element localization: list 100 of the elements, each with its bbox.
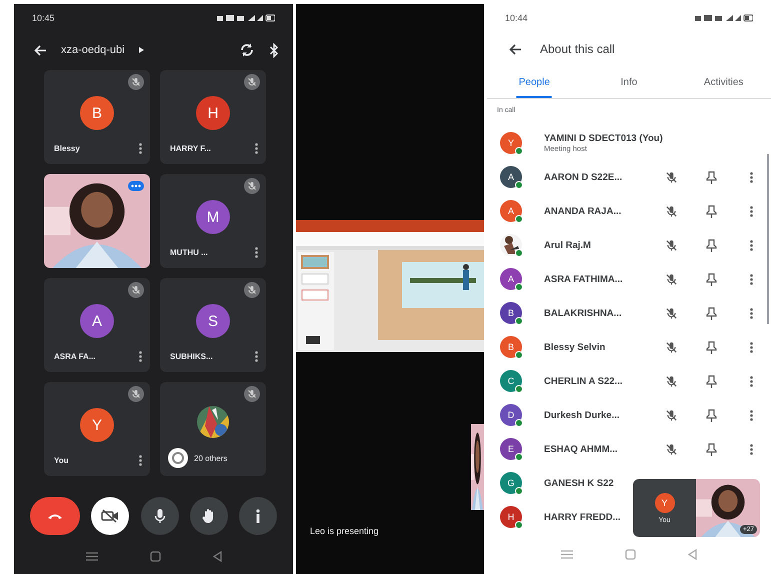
- tab[interactable]: Activities: [676, 66, 771, 98]
- participant-name: ESHAQ AHMM...: [544, 444, 618, 454]
- switch-camera-icon[interactable]: [239, 42, 255, 58]
- status-icons-drawing: [217, 14, 275, 22]
- more-icon: [750, 206, 752, 216]
- more-icon: [750, 240, 752, 250]
- participant-tile[interactable]: B Blessy: [44, 70, 150, 164]
- mic-off-badge: [244, 74, 260, 90]
- meeting-code: xza-oedq-ubi: [61, 44, 125, 56]
- mic-off-icon: [664, 170, 678, 184]
- participant-name: ASRA FA...: [54, 352, 96, 361]
- more-icon[interactable]: [139, 143, 142, 154]
- more-icon: [750, 376, 752, 386]
- more-icon[interactable]: [255, 247, 258, 258]
- pin-icon: [706, 238, 716, 252]
- mic-off-badge: [128, 386, 144, 402]
- camera-button[interactable]: [91, 497, 130, 535]
- participant-tile[interactable]: A ASRA FA...: [44, 278, 150, 372]
- microphone-icon: [154, 508, 166, 524]
- avatar: A: [500, 200, 522, 222]
- bluetooth-icon[interactable]: [269, 42, 279, 58]
- participant-name: Blessy: [54, 144, 80, 153]
- raise-hand-button[interactable]: [190, 497, 228, 535]
- menu-icon[interactable]: [86, 552, 98, 560]
- status-dot: [515, 453, 523, 461]
- avatar: A: [500, 166, 522, 188]
- more-icon: [750, 308, 752, 318]
- avatar: G: [500, 472, 522, 494]
- more-icon[interactable]: [139, 455, 142, 466]
- tab[interactable]: People: [487, 66, 582, 98]
- avatar: B: [500, 302, 522, 324]
- avatar: A: [500, 268, 522, 290]
- avatar: H: [196, 96, 230, 130]
- participant-name: AARON D S22E...: [544, 172, 622, 182]
- participant-tile[interactable]: H HARRY F...: [160, 70, 266, 164]
- pin-icon: [706, 306, 716, 320]
- home-icon[interactable]: [150, 550, 160, 562]
- back-arrow-icon[interactable]: [509, 44, 522, 54]
- participant-name: Arul Raj.M: [544, 240, 591, 250]
- pin-icon: [706, 272, 716, 286]
- avatar: Y: [80, 408, 114, 442]
- avatar: D: [500, 404, 522, 426]
- status-dot: [515, 317, 523, 325]
- more-icon[interactable]: [139, 351, 142, 362]
- avatar: E: [500, 438, 522, 460]
- microphone-button[interactable]: [140, 497, 178, 535]
- participant-name: MUTHU ...: [170, 248, 208, 257]
- status-time: 10:44: [505, 13, 528, 23]
- participant-name: Blessy Selvin: [544, 342, 606, 352]
- mic-off-icon: [664, 442, 678, 456]
- tab[interactable]: Info: [582, 66, 676, 98]
- pin-icon: [706, 170, 716, 184]
- participant-tile[interactable]: 20 others: [160, 382, 266, 476]
- status-dot: [515, 249, 523, 257]
- participant-name: HARRY FREDD...: [544, 512, 621, 522]
- mic-off-icon: [664, 306, 678, 320]
- status-dot: [515, 385, 523, 393]
- participant-name: YAMINI D SDECT013 (You): [544, 133, 663, 144]
- participant-name: ASRA FATHIMA...: [544, 274, 623, 284]
- caret-icon[interactable]: [138, 47, 144, 53]
- participant-name: GANESH K S22: [544, 478, 614, 488]
- pin-icon: [706, 374, 716, 388]
- pin-icon: [706, 340, 716, 354]
- presenter-label: Leo is presenting: [309, 526, 380, 536]
- participant-tile[interactable]: S SUBHIKS...: [160, 278, 266, 372]
- pin-icon: [706, 442, 716, 456]
- avatar: C: [500, 370, 522, 392]
- participant-name: BALAKRISHNA...: [544, 308, 622, 318]
- end-call-button[interactable]: [30, 497, 80, 535]
- status-dot: [515, 283, 523, 291]
- more-icon[interactable]: [255, 143, 258, 154]
- status-dot: [515, 487, 523, 495]
- participant-tile[interactable]: M MUTHU ...: [160, 174, 266, 268]
- camera-off-icon: [101, 509, 120, 523]
- participant-tile[interactable]: Y You: [44, 382, 150, 476]
- mic-off-badge: [128, 282, 144, 298]
- avatar: B: [80, 96, 114, 130]
- mic-off-badge: [244, 178, 260, 194]
- hand-icon: [202, 508, 216, 524]
- participant-name: HARRY F...: [170, 144, 211, 153]
- avatar: A: [80, 304, 114, 338]
- back-icon[interactable]: [212, 550, 222, 562]
- more-icon: [750, 274, 752, 284]
- pin-icon: [706, 408, 716, 422]
- mic-off-badge: [244, 386, 260, 402]
- avatar: Y: [500, 132, 522, 154]
- status-icons-drawing: [695, 14, 753, 22]
- mic-off-icon: [664, 374, 678, 388]
- info-icon: [256, 509, 260, 523]
- mic-off-icon: [664, 408, 678, 422]
- participant-name: Durkesh Durke...: [544, 410, 620, 420]
- more-icon[interactable]: [255, 351, 258, 362]
- status-dot: [515, 147, 523, 155]
- info-button[interactable]: [239, 497, 277, 535]
- page-title: About this call: [540, 42, 615, 56]
- mic-off-badge: [244, 282, 260, 298]
- status-dot: [515, 351, 523, 359]
- more-icon: [750, 172, 752, 182]
- mic-off-icon: [664, 272, 678, 286]
- status-dot: [515, 419, 523, 427]
